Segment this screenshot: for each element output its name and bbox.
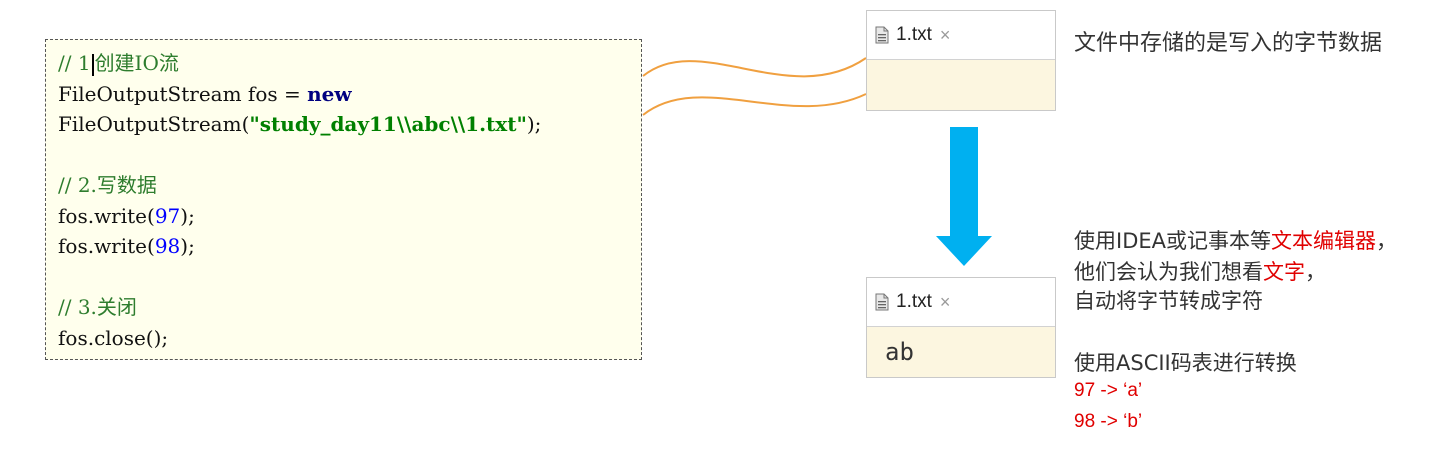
string-literal: "study_day11\\abc\\1.txt" — [249, 112, 527, 136]
number-literal: 97 — [154, 203, 181, 228]
file-tab-label: 1.txt — [896, 24, 932, 45]
code-text: fos.close(); — [58, 325, 169, 350]
comment-prefix: // 1 — [58, 51, 91, 75]
keyword-new: new — [307, 81, 352, 106]
highlight-text: 文字 — [1263, 260, 1305, 284]
code-line-comment-close: // 3.关闭 — [58, 292, 641, 323]
number-literal: 98 — [154, 234, 181, 258]
comment-text: 关闭 — [96, 295, 137, 319]
note-text: ， — [1376, 229, 1397, 253]
note-auto-convert: 自动将字节转成字符 — [1074, 289, 1263, 313]
comment-prefix: // 2. — [58, 173, 97, 197]
code-panel: // 1 创建IO流 FileOutputStream fos = new Fil… — [45, 39, 642, 360]
code-text: ); — [180, 234, 195, 258]
code-line-constructor: FileOutputStream("study_day11\\abc\\1.tx… — [58, 109, 641, 140]
file-tab-label: 1.txt — [896, 291, 932, 312]
code-line-comment-create: // 1 创建IO流 — [58, 48, 641, 79]
note-text: 他们会认为我们想看 — [1074, 260, 1263, 284]
code-text: FileOutputStream( — [58, 112, 250, 136]
code-line-close: fos.close(); — [58, 323, 641, 354]
note-ascii: 使用ASCII码表进行转换 — [1074, 351, 1297, 375]
comment-text: 创建IO流 — [94, 51, 179, 75]
close-icon[interactable]: × — [940, 25, 951, 46]
down-arrow — [936, 127, 992, 266]
code-text: fos.write( — [58, 203, 155, 228]
file-window-before: 1.txt × — [866, 10, 1056, 111]
comment-text: 写数据 — [96, 173, 157, 197]
mapping-98: 98 -> ‘b’ — [1074, 411, 1143, 432]
file-tab[interactable]: 1.txt × — [867, 11, 1055, 60]
close-icon[interactable]: × — [940, 292, 951, 313]
file-content-area: ab — [867, 327, 1055, 377]
note-think: 他们会认为我们想看文字， — [1074, 256, 1326, 286]
connector-curve-upper — [642, 57, 867, 78]
mapping-97: 97 -> ‘a’ — [1074, 380, 1143, 401]
code-line-write-98: fos.write(98); — [58, 231, 641, 262]
file-window-after: 1.txt × ab — [866, 277, 1056, 378]
highlight-text: 文本编辑器 — [1271, 229, 1376, 253]
note-text: 使用IDEA或记事本等 — [1074, 229, 1271, 253]
text-file-icon — [875, 26, 889, 44]
note-editor: 使用IDEA或记事本等文本编辑器， — [1074, 225, 1397, 255]
file-tab[interactable]: 1.txt × — [867, 278, 1055, 327]
connector-curve-lower — [642, 93, 867, 116]
code-text: fos.write( — [58, 234, 155, 258]
code-text: ); — [180, 203, 195, 228]
text-file-icon — [875, 293, 889, 311]
code-text: ); — [526, 112, 542, 136]
note-stored-bytes: 文件中存储的是写入的字节数据 — [1074, 31, 1383, 56]
code-line-comment-write: // 2.写数据 — [58, 170, 641, 201]
file-content-area — [867, 60, 1055, 110]
code-line-declaration: FileOutputStream fos = new — [58, 79, 641, 110]
text-caret — [91, 53, 94, 76]
code-line-write-97: fos.write(97); — [58, 201, 641, 232]
note-text: ， — [1305, 260, 1326, 284]
code-text: FileOutputStream fos = — [58, 81, 308, 106]
comment-prefix: // 3. — [58, 295, 97, 319]
